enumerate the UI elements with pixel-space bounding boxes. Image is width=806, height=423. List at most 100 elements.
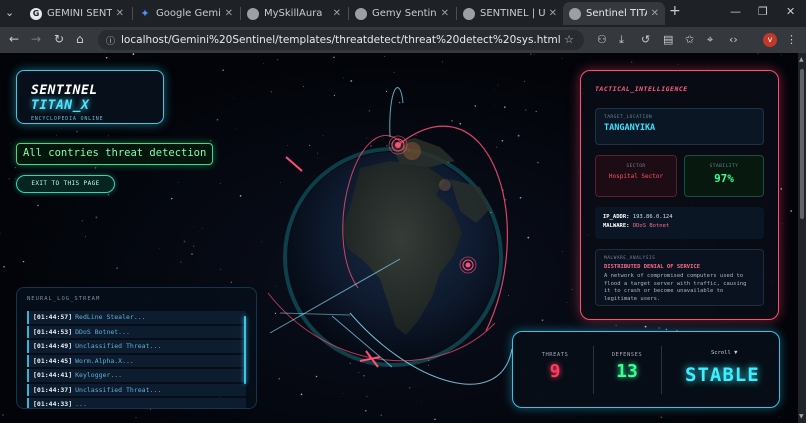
browser-tab[interactable]: Gemy Sentinel - Fl ✕	[349, 2, 455, 25]
close-window-icon[interactable]: ✕	[786, 5, 795, 18]
tab-search-icon[interactable]: ⌄	[5, 6, 14, 19]
page-scrollbar[interactable]: ▲ ▼	[798, 53, 806, 423]
stability-box: STABILITY 97%	[684, 155, 764, 197]
globe-icon	[355, 7, 367, 20]
browser-tab-active[interactable]: Sentinel TITAN ✕	[563, 2, 665, 25]
maximize-icon[interactable]: ❐	[758, 5, 768, 18]
log-item[interactable]: [01:44:49] Unclassified Threat...	[27, 340, 246, 353]
browser-tab[interactable]: MySkillAura ✕	[241, 2, 347, 25]
address-bar[interactable]: ⓘ localhost/Gemini%20Sentinel/templates/…	[98, 30, 584, 50]
sector-box: SECTOR Hospital Sector	[595, 155, 677, 197]
location-icon[interactable]: ⌖	[707, 33, 713, 47]
browser-tab[interactable]: G GEMINI SENTINEL ✕	[24, 2, 130, 25]
back-icon[interactable]: ←	[9, 32, 19, 46]
malware-value: DDoS Botnet	[632, 223, 670, 229]
browser-tab-bar: G GEMINI SENTINEL ✕ ✦ Google Gemini ✕ My…	[0, 0, 806, 27]
location-label: TARGET_LOCATION	[604, 115, 653, 120]
close-icon[interactable]: ✕	[549, 8, 557, 19]
sector-value: Hospital Sector	[608, 173, 664, 180]
log-item[interactable]: [01:44:37] Unclassified Threat...	[27, 383, 246, 396]
tab-title: SENTINEL | Ultima	[480, 8, 545, 19]
profile-avatar[interactable]: v	[763, 33, 777, 47]
stability-value: 97%	[714, 172, 734, 185]
system-status: STABLE	[685, 364, 760, 386]
stats-panel: THREATS 9 DEFENSES 13 Scroll ▼ STABLE	[512, 331, 780, 408]
scroll-down-icon[interactable]: ▼	[799, 413, 804, 420]
scrollbar-thumb[interactable]	[800, 69, 804, 219]
home-icon[interactable]: ⌂	[76, 32, 84, 46]
forward-icon[interactable]: →	[31, 32, 41, 46]
globe-visualization[interactable]	[240, 83, 540, 413]
threats-label: THREATS	[541, 352, 569, 358]
tab-title: Sentinel TITAN	[586, 8, 647, 19]
scroll-up-icon[interactable]: ▲	[799, 56, 804, 63]
log-item[interactable]: [01:44:45] Worm.Alpha.X...	[27, 354, 246, 367]
log-item[interactable]: [01:44:41] Keylogger...	[27, 369, 246, 382]
logo-title: SENTINEL TITAN_X	[31, 83, 163, 113]
threat-marker[interactable]	[388, 135, 408, 155]
log-item[interactable]: [01:44:33]...	[27, 398, 246, 408]
favorites-icon[interactable]: ✩	[685, 33, 694, 46]
exit-button[interactable]: EXIT TO THIS PAGE	[16, 175, 115, 193]
log-list[interactable]: [01:44:57] RedLine Stealer... [01:44:53] DD…	[27, 311, 246, 408]
gemini-icon: ✦	[140, 6, 150, 20]
new-tab-icon[interactable]: +	[669, 3, 681, 19]
log-item[interactable]: [01:44:57] RedLine Stealer...	[27, 311, 246, 324]
location-value: TANGANYIKA	[604, 123, 656, 133]
extension-icon[interactable]: ⚇	[597, 33, 607, 46]
ip-label: IP_ADDR:	[603, 214, 630, 220]
app-logo: SENTINEL TITAN_X ENCYCLOPEDIA ONLINE	[16, 70, 164, 124]
bookmark-star-icon[interactable]: ☆	[564, 33, 574, 46]
log-item[interactable]: [01:44:53] DDoS Botnet...	[27, 325, 246, 338]
scroll-indicator[interactable]: Scroll ▼	[711, 350, 738, 356]
tab-title: GEMINI SENTINEL	[47, 8, 112, 19]
log-text: Keylogger...	[75, 371, 123, 379]
github-icon: G	[30, 7, 42, 20]
threats-value: 9	[549, 361, 561, 382]
globe-icon	[569, 7, 581, 20]
site-info-icon[interactable]: ⓘ	[106, 34, 115, 47]
defenses-stat: DEFENSES 13	[599, 352, 655, 382]
sector-label: SECTOR	[626, 164, 646, 169]
ip-value: 193.86.0.124	[632, 214, 673, 220]
browser-tab[interactable]: SENTINEL | Ultima ✕	[457, 2, 563, 25]
log-timestamp: [01:44:33]	[33, 400, 73, 408]
reload-icon[interactable]: ↻	[54, 32, 64, 46]
code-icon[interactable]: ‹›	[729, 33, 738, 46]
close-icon[interactable]: ✕	[651, 8, 659, 19]
history-icon[interactable]: ↺	[641, 33, 650, 46]
close-icon[interactable]: ✕	[333, 8, 341, 19]
minimize-icon[interactable]: —	[730, 5, 741, 18]
tab-title: MySkillAura	[264, 8, 323, 19]
log-timestamp: [01:44:41]	[33, 371, 73, 379]
log-text: ...	[75, 400, 87, 408]
close-icon[interactable]: ✕	[441, 8, 449, 19]
logo-title-main: SENTINEL	[31, 83, 98, 98]
download-icon[interactable]: ⤓	[619, 33, 624, 47]
defenses-value: 13	[616, 361, 638, 382]
reading-list-icon[interactable]: ▤	[663, 33, 673, 46]
log-title: NEURAL_LOG_STREAM	[27, 296, 101, 302]
city-lights	[439, 179, 451, 191]
logo-subtitle: ENCYCLOPEDIA ONLINE	[31, 116, 104, 122]
defenses-label: DEFENSES	[611, 352, 643, 358]
log-scrollbar[interactable]	[244, 316, 246, 384]
intel-title: TACTICAL_INTELLIGENCE	[595, 85, 688, 93]
tab-title: Google Gemini	[156, 8, 221, 19]
close-icon[interactable]: ✕	[225, 8, 233, 19]
menu-icon[interactable]: ⋮	[786, 33, 797, 46]
page-viewport: SENTINEL TITAN_X ENCYCLOPEDIA ONLINE All…	[0, 53, 798, 423]
log-text: Worm.Alpha.X...	[75, 356, 134, 365]
malware-label: MALWARE:	[603, 223, 630, 229]
browser-tab[interactable]: ✦ Google Gemini ✕	[133, 2, 239, 25]
data-arc	[389, 87, 404, 138]
analysis-label: MALWARE_ANALYSIS	[604, 256, 656, 261]
url-text[interactable]: localhost/Gemini%20Sentinel/templates/th…	[121, 34, 561, 46]
analysis-title: DISTRIBUTED DENIAL OF SERVICE	[604, 264, 701, 270]
tab-title: Gemy Sentinel - Fl	[372, 8, 437, 19]
close-icon[interactable]: ✕	[116, 8, 124, 19]
target-location-box: TARGET_LOCATION TANGANYIKA	[595, 108, 764, 145]
log-text: Unclassified Threat...	[75, 342, 162, 350]
globe-icon	[247, 7, 259, 20]
neural-log-panel: NEURAL_LOG_STREAM [01:44:57] RedLine Stea…	[16, 287, 257, 409]
